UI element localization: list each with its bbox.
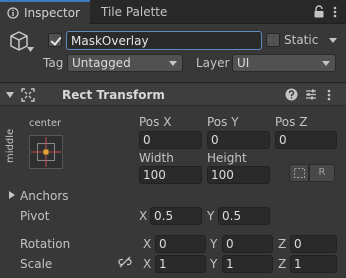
width-label: Width: [139, 151, 174, 165]
active-checkbox[interactable]: [48, 33, 62, 47]
layer-dropdown[interactable]: UI: [232, 54, 336, 72]
lock-icon[interactable]: [313, 5, 325, 18]
rotation-y-axis-label: Y: [210, 237, 218, 251]
rotation-label: Rotation: [20, 237, 71, 251]
scale-z-field[interactable]: [290, 255, 337, 273]
anchors-label[interactable]: Anchors: [20, 189, 69, 203]
layer-label: Layer: [196, 56, 230, 70]
rotation-x-axis-label: X: [143, 237, 152, 251]
static-checkbox[interactable]: [266, 33, 280, 47]
tab-bar: Inspector Tile Palette: [0, 0, 346, 24]
rect-transform-icon: [21, 88, 35, 102]
pivot-x-axis-label: X: [139, 209, 148, 223]
rotation-z-axis-label: Z: [278, 237, 287, 251]
pivot-label: Pivot: [20, 209, 50, 223]
anchor-preset-vertical-label: middle: [5, 128, 16, 163]
blueprint-dotted-rect-icon: [294, 168, 305, 178]
pos-y-label: Pos Y: [207, 115, 239, 129]
scale-label: Scale: [20, 257, 53, 271]
component-title: Rect Transform: [62, 88, 165, 102]
divider: [0, 82, 346, 83]
tab-inspector[interactable]: Inspector: [0, 0, 90, 24]
height-label: Height: [207, 151, 247, 165]
scale-y-field[interactable]: [222, 255, 273, 273]
static-label: Static: [284, 33, 319, 47]
constrain-proportions-link-icon[interactable]: [118, 256, 132, 268]
width-field[interactable]: [139, 166, 202, 184]
pos-y-field[interactable]: [207, 131, 270, 149]
presets-sliders-icon[interactable]: [305, 88, 317, 101]
blueprint-mode-button[interactable]: [289, 164, 309, 182]
icon-dropdown-arrow-icon[interactable]: [27, 47, 34, 53]
pos-z-field[interactable]: [275, 131, 337, 149]
info-icon: [7, 7, 19, 19]
static-dropdown-arrow-icon[interactable]: [329, 38, 337, 44]
object-name-input[interactable]: [66, 31, 262, 50]
foldout-down-icon[interactable]: [6, 92, 14, 99]
rotation-x-field[interactable]: [155, 235, 206, 253]
tab-inspector-label: Inspector: [24, 6, 80, 20]
component-menu-icon[interactable]: [327, 89, 331, 101]
pos-x-field[interactable]: [139, 131, 202, 149]
rect-transform-header[interactable]: Rect Transform: [0, 84, 346, 106]
more-options-icon[interactable]: [333, 6, 337, 18]
scale-z-axis-label: Z: [278, 257, 287, 271]
height-field[interactable]: [207, 166, 270, 184]
tag-dropdown[interactable]: Untagged: [67, 54, 183, 72]
pivot-y-field[interactable]: [218, 207, 270, 225]
help-icon[interactable]: [285, 88, 298, 101]
tab-tile-palette-label: Tile Palette: [101, 5, 168, 19]
anchor-preset-horizontal-label: center: [29, 118, 62, 129]
pivot-x-field[interactable]: [150, 207, 202, 225]
tag-dropdown-value: Untagged: [72, 56, 131, 70]
tab-tile-palette[interactable]: Tile Palette: [91, 0, 191, 24]
scale-x-axis-label: X: [143, 257, 152, 271]
rotation-z-field[interactable]: [290, 235, 337, 253]
pivot-y-axis-label: Y: [207, 209, 215, 223]
chevron-down-icon: [322, 61, 330, 66]
anchor-preset-icon[interactable]: [29, 135, 63, 169]
rotation-y-field[interactable]: [222, 235, 273, 253]
scale-x-field[interactable]: [155, 255, 206, 273]
chevron-down-icon: [169, 61, 177, 66]
scale-y-axis-label: Y: [210, 257, 218, 271]
foldout-right-icon[interactable]: [9, 191, 15, 199]
pos-x-label: Pos X: [139, 115, 172, 129]
raw-edit-button[interactable]: R: [309, 164, 335, 182]
pos-z-label: Pos Z: [275, 115, 308, 129]
layer-dropdown-value: UI: [237, 56, 250, 70]
tag-label: Tag: [43, 56, 64, 70]
